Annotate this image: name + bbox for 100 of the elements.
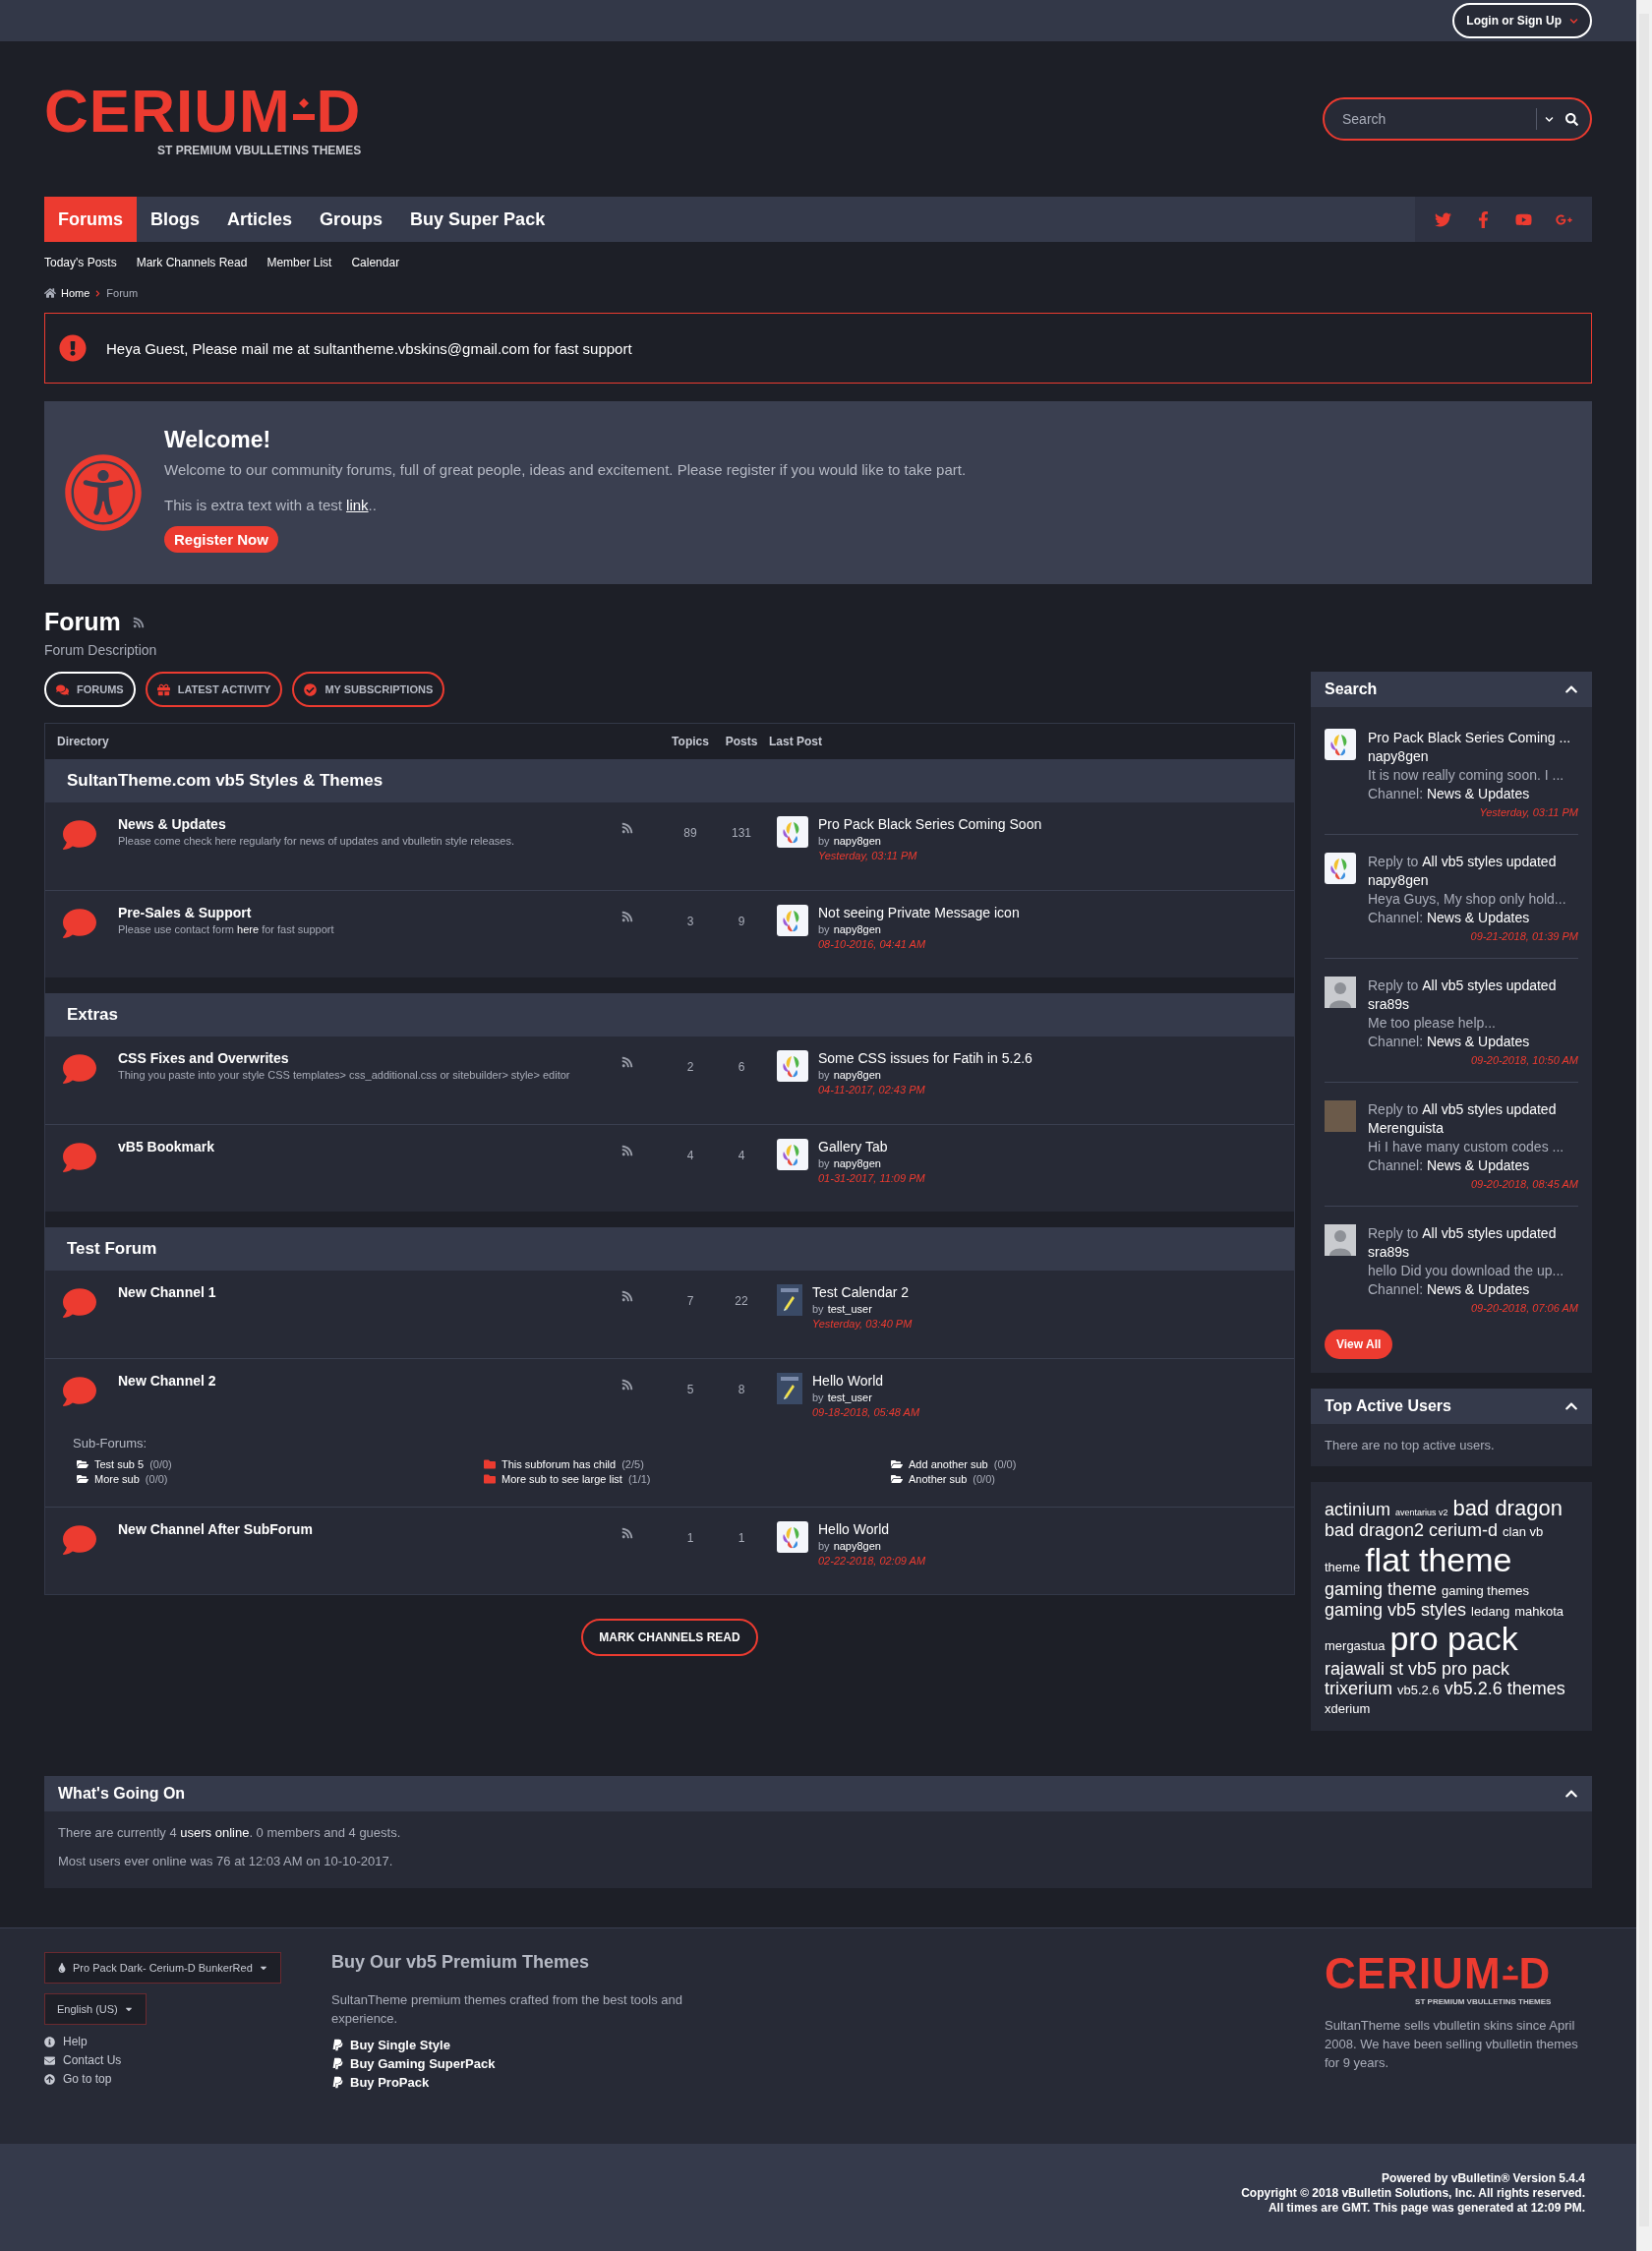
nav-tab[interactable]: Buy Super Pack	[396, 197, 560, 242]
last-post-link[interactable]: Pro Pack Black Series Coming Soon	[818, 816, 1042, 832]
channel-link[interactable]: News & Updates	[1426, 785, 1530, 803]
tag-link[interactable]: xderium	[1325, 1701, 1371, 1717]
subforum-link[interactable]: Add another sub (0/0)	[887, 1458, 1294, 1470]
forum-title-link[interactable]: CSS Fixes and Overwrites	[118, 1050, 621, 1066]
nav-tab[interactable]: Groups	[306, 197, 397, 242]
channel-link[interactable]: News & Updates	[1426, 1280, 1530, 1299]
forum-title-link[interactable]: vB5 Bookmark	[118, 1139, 621, 1155]
channel-link[interactable]: News & Updates	[1426, 1156, 1530, 1175]
username-link[interactable]: napy8gen	[1368, 871, 1578, 890]
tag-link[interactable]: theme	[1325, 1561, 1361, 1575]
last-post-link[interactable]: Some CSS issues for Fatih in 5.2.6	[818, 1050, 1032, 1066]
search-box[interactable]: Search	[1323, 97, 1592, 141]
post-excerpt: Hi I have many custom codes ...	[1368, 1138, 1565, 1156]
breadcrumb-link[interactable]: Home	[61, 287, 90, 299]
username-link[interactable]: napy8gen	[833, 1540, 881, 1552]
tag-link[interactable]: vb5.2.6 themes	[1444, 1679, 1565, 1699]
tag-link[interactable]: bad dragon	[1452, 1496, 1563, 1521]
rss-icon[interactable]	[132, 616, 145, 628]
contact-link[interactable]: here	[237, 923, 260, 935]
search-icon[interactable]	[1565, 112, 1578, 126]
mark-read-button[interactable]: MARK CHANNELS READ	[581, 1619, 758, 1656]
username-link[interactable]: napy8gen	[833, 835, 881, 847]
username-link[interactable]: sra89s	[1368, 1243, 1578, 1262]
forum-tab[interactable]: MY SUBSCRIPTIONS	[292, 672, 445, 707]
subnav-link[interactable]: Member List	[266, 256, 332, 269]
forum-title-link[interactable]: New Channel 1	[118, 1284, 621, 1300]
channel-link[interactable]: News & Updates	[1426, 909, 1530, 927]
last-post-link[interactable]: Test Calendar 2	[812, 1284, 913, 1300]
style-select[interactable]: Pro Pack Dark- Cerium-D BunkerRed	[44, 1952, 281, 1984]
last-post-link[interactable]: Hello World	[818, 1521, 926, 1537]
tag-link[interactable]: gaming theme	[1325, 1579, 1438, 1600]
last-post-link[interactable]: Not seeing Private Message icon	[818, 905, 1020, 920]
tag-link[interactable]: pro pack	[1389, 1620, 1518, 1659]
tag-link[interactable]: st vb5 pro pack	[1389, 1658, 1510, 1680]
forum-title-link[interactable]: News & Updates	[118, 816, 621, 832]
forum-title-link[interactable]: New Channel 2	[118, 1373, 621, 1389]
username-link[interactable]: napy8gen	[833, 923, 881, 935]
tag-link[interactable]: gaming vb5 styles	[1325, 1599, 1467, 1621]
subforum-link[interactable]: This subforum has child (2/5)	[480, 1458, 887, 1470]
username-link[interactable]: napy8gen	[1368, 747, 1578, 766]
footer-link[interactable]: Help	[44, 2035, 122, 2049]
username-link[interactable]: test_user	[827, 1392, 872, 1403]
channel-link[interactable]: News & Updates	[1426, 1033, 1530, 1051]
folder-icon	[891, 1473, 903, 1485]
topic-link[interactable]: Pro Pack Black Series Coming ...	[1368, 729, 1571, 747]
topic-link[interactable]: All vb5 styles updated	[1422, 977, 1557, 995]
tag-link[interactable]: mergastua	[1325, 1639, 1386, 1655]
footer-link[interactable]: Go to top	[44, 2072, 122, 2087]
nav-tab[interactable]: Forums	[44, 197, 137, 242]
tag-link[interactable]: flat theme	[1365, 1541, 1512, 1580]
footer-link[interactable]: Contact Us	[44, 2053, 122, 2068]
tag-link[interactable]: rajawali	[1325, 1658, 1386, 1680]
tag-link[interactable]: cerium-d	[1429, 1520, 1499, 1541]
username-link[interactable]: test_user	[827, 1303, 872, 1315]
caret-icon[interactable]	[1545, 114, 1554, 124]
tag-link[interactable]: aventarius v2	[1395, 1508, 1448, 1518]
topic-link[interactable]: All vb5 styles updated	[1422, 1224, 1557, 1243]
forum-title-link[interactable]: New Channel After SubForum	[118, 1521, 621, 1537]
tag-link[interactable]: actinium	[1325, 1500, 1391, 1520]
view-all-button[interactable]: View All	[1325, 1330, 1393, 1359]
subnav-link[interactable]: Today's Posts	[44, 256, 117, 269]
post-excerpt: Me too please help...	[1368, 1014, 1497, 1033]
nav-tab[interactable]: Blogs	[137, 197, 214, 242]
tag-link[interactable]: vb5.2.6	[1397, 1684, 1440, 1699]
tag-link[interactable]: ledang	[1471, 1604, 1510, 1620]
test-link[interactable]: link	[346, 497, 369, 513]
tag-link[interactable]: bad dragon2	[1325, 1520, 1425, 1541]
tag-link[interactable]: mahkota	[1514, 1604, 1564, 1620]
subforum-link[interactable]: More sub (0/0)	[73, 1473, 480, 1485]
buy-link[interactable]: Buy Single Style	[331, 2038, 1283, 2053]
subforum-link[interactable]: Another sub (0/0)	[887, 1473, 1294, 1485]
username-link[interactable]: napy8gen	[833, 1157, 881, 1169]
tag-link[interactable]: clan vb	[1503, 1525, 1544, 1541]
subforum-link[interactable]: More sub to see large list (1/1)	[480, 1473, 887, 1485]
channel-label: Channel:	[1368, 785, 1425, 803]
subnav-link[interactable]: Calendar	[351, 256, 400, 269]
tag-link[interactable]: trixerium	[1325, 1679, 1392, 1699]
forum-tab[interactable]: FORUMS	[44, 672, 136, 707]
login-button[interactable]: Login or Sign Up	[1452, 3, 1592, 38]
buy-link[interactable]: Buy ProPack	[331, 2075, 1283, 2091]
buy-link[interactable]: Buy Gaming SuperPack	[331, 2056, 1283, 2072]
register-button[interactable]: Register Now	[164, 526, 278, 553]
username-link[interactable]: sra89s	[1368, 995, 1578, 1014]
topic-link[interactable]: All vb5 styles updated	[1422, 1100, 1557, 1119]
last-post-link[interactable]: Gallery Tab	[818, 1139, 925, 1155]
tag-link[interactable]: gaming themes	[1442, 1584, 1529, 1599]
search-field[interactable]: Search	[1340, 110, 1528, 128]
username-link[interactable]: napy8gen	[833, 1069, 881, 1081]
subforum-link[interactable]: Test sub 5 (0/0)	[73, 1458, 480, 1470]
paypal-icon	[331, 2039, 344, 2052]
forum-title-link[interactable]: Pre-Sales & Support	[118, 905, 621, 920]
forum-tab[interactable]: LATEST ACTIVITY	[145, 672, 283, 707]
subnav-link[interactable]: Mark Channels Read	[136, 256, 248, 269]
username-link[interactable]: Merenguista	[1368, 1119, 1578, 1138]
language-select[interactable]: English (US)	[44, 1993, 147, 2026]
topic-link[interactable]: All vb5 styles updated	[1422, 853, 1557, 871]
nav-tab[interactable]: Articles	[213, 197, 307, 242]
last-post-link[interactable]: Hello World	[812, 1373, 920, 1389]
